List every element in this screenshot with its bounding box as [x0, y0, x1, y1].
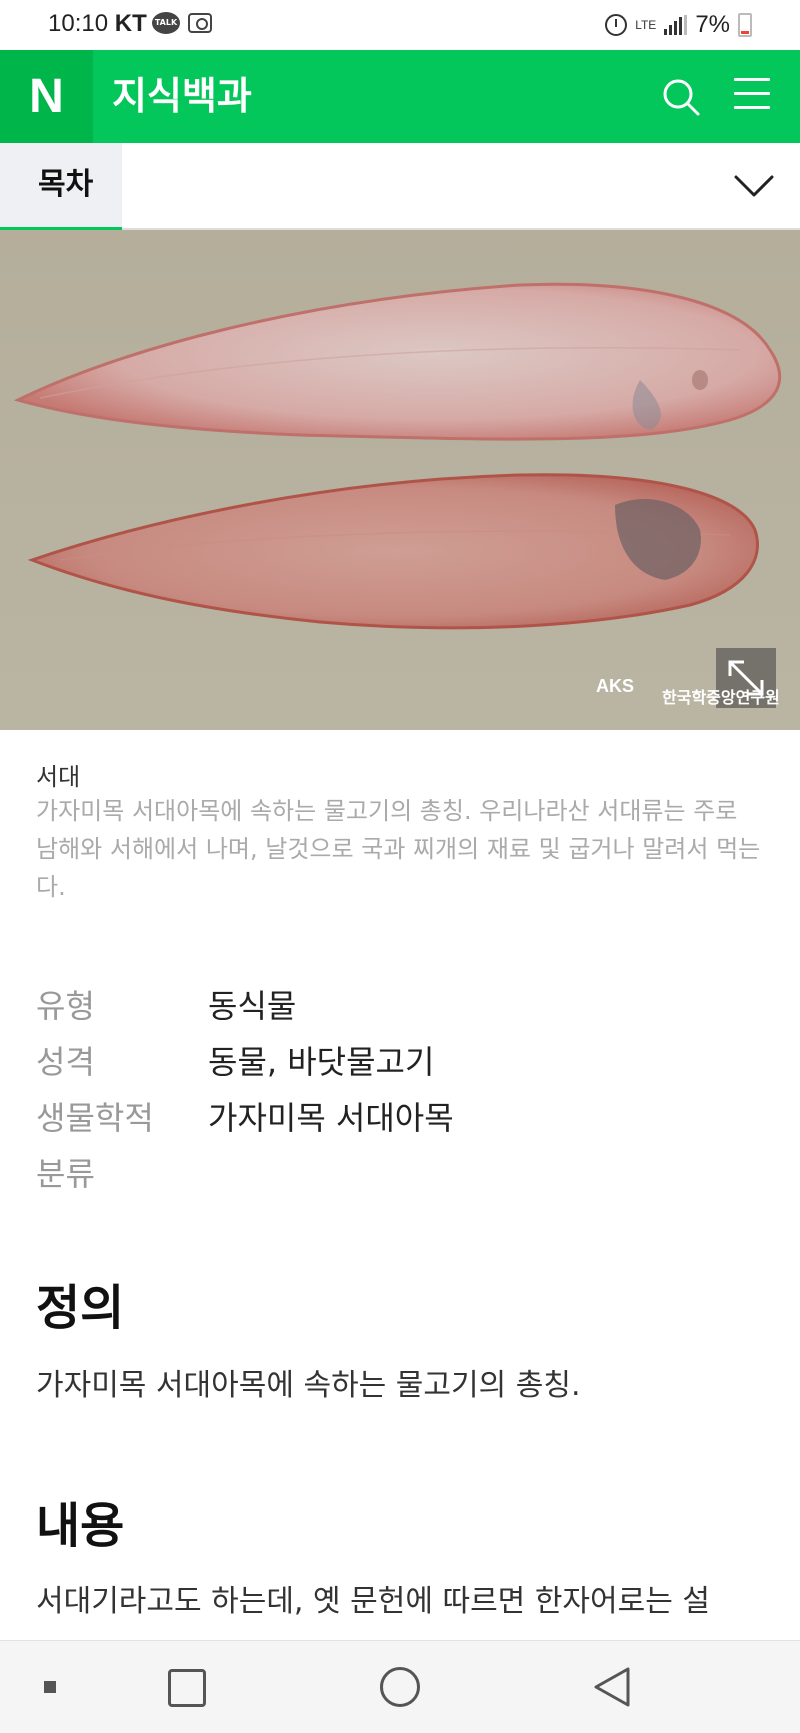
fish-photo[interactable] — [0, 230, 800, 730]
info-key: 분류 — [36, 1155, 95, 1193]
status-bar: 10:10 KT TALK LTE 7% — [0, 0, 800, 50]
signal-icon — [664, 15, 688, 35]
network-type-label: LTE — [635, 18, 657, 32]
info-row: 유형 동식물 — [36, 978, 766, 1034]
content-text: 서대기라고도 하는데, 옛 문헌에 따르면 한자어로는 설 — [36, 1584, 710, 1619]
info-key: 생물학적 — [36, 1099, 154, 1137]
page-title[interactable]: 지식백과 — [112, 50, 252, 143]
info-value: 동물, 바닷물고기 — [208, 1043, 435, 1081]
kakaotalk-notification-icon: TALK — [152, 12, 180, 34]
toc-label: 목차 — [38, 167, 94, 202]
definition-text: 가자미목 서대아목에 속하는 물고기의 총칭. — [36, 1368, 581, 1403]
info-value: 동식물 — [208, 987, 297, 1025]
status-time: 10:10 KT — [48, 10, 147, 37]
status-indicators: LTE 7% — [605, 8, 752, 42]
toc-tab[interactable]: 목차 — [0, 143, 122, 230]
info-row: 분류 — [36, 1146, 766, 1202]
back-button[interactable] — [590, 1665, 634, 1709]
sole-fish-image — [0, 230, 800, 730]
naver-logo: N — [29, 70, 64, 123]
screenshot-notification-icon — [188, 13, 212, 33]
image-credit-logo: AKS — [596, 676, 635, 696]
image-credit-text: 한국학중앙연구원 — [662, 688, 780, 707]
toc-bar[interactable]: 목차 — [0, 143, 800, 230]
info-row: 생물학적 가자미목 서대아목 — [36, 1090, 766, 1146]
definition-heading: 정의 — [36, 1280, 125, 1336]
app-header: N 지식백과 — [0, 50, 800, 143]
image-caption-title: 서대 — [36, 763, 81, 791]
nav-indicator-icon[interactable] — [44, 1681, 56, 1693]
naver-logo-button[interactable]: N — [0, 50, 93, 143]
chevron-down-icon[interactable] — [730, 165, 778, 205]
info-value: 가자미목 서대아목 — [208, 1099, 454, 1137]
battery-icon — [738, 13, 752, 37]
search-icon[interactable] — [660, 76, 702, 118]
content-heading: 내용 — [36, 1498, 125, 1554]
recent-apps-button[interactable] — [168, 1669, 206, 1707]
menu-icon[interactable] — [734, 78, 770, 114]
image-caption-description: 가자미목 서대아목에 속하는 물고기의 총칭. 우리나라산 서대류는 주로 남해… — [36, 797, 761, 901]
battery-percent: 7% — [695, 11, 730, 38]
home-button[interactable] — [380, 1667, 420, 1707]
info-key: 성격 — [36, 1043, 95, 1081]
info-key: 유형 — [36, 987, 95, 1025]
alarm-icon — [605, 14, 628, 36]
summary-info-table: 유형 동식물 성격 동물, 바닷물고기 생물학적 가자미목 서대아목 분류 — [36, 978, 766, 1202]
info-row: 성격 동물, 바닷물고기 — [36, 1034, 766, 1090]
system-nav-bar — [0, 1640, 800, 1733]
